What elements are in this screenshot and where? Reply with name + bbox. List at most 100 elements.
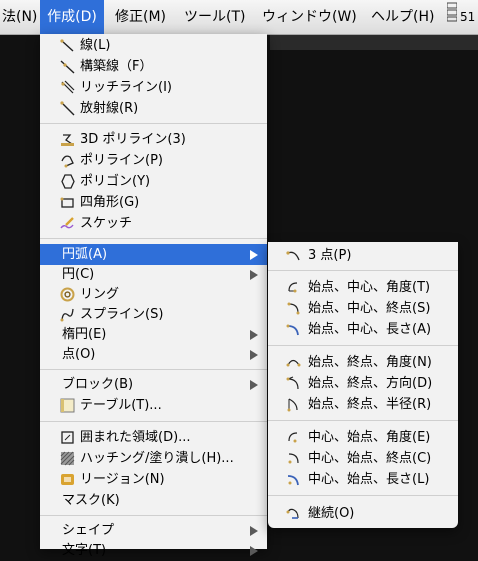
menu-item-rectangle[interactable]: 四角形(G) [40,192,267,213]
submenu-arrow-icon [250,250,258,260]
submenu-arrow-icon [250,350,258,360]
menu-item-hatch[interactable]: ハッチング/塗り潰し(H)... [40,448,267,469]
menu-item-label: 囲まれた領域(D)... [80,430,191,445]
menu-item-boundary[interactable]: 囲まれた領域(D)... [40,427,267,448]
menu-item-label: 線(L) [80,38,111,53]
arc-submenu: 3 点(P) 始点、中心、角度(T) 始点、中心、終点(S) 始点、中心、長さ(… [268,242,458,528]
menu-item-spline[interactable]: スプライン(S) [40,304,267,325]
menu-item-point[interactable]: 点(O) [40,344,267,365]
arc-center-start-end-item[interactable]: 中心、始点、終点(C) [268,448,458,469]
arc-start-end-radius-icon [286,397,301,412]
spline-icon [60,307,75,322]
menu-item-label: 始点、中心、終点(S) [308,301,431,316]
sketch-icon [60,216,75,231]
submenu-arrow-icon [250,546,258,556]
menu-item-table[interactable]: テーブル(T)... [40,395,267,416]
ray-icon [60,101,75,116]
arc-center-start-angle-item[interactable]: 中心、始点、角度(E) [268,427,458,448]
menu-item-multiline[interactable]: リッチライン(I) [40,77,267,98]
line-icon [60,38,75,53]
arc-start-center-angle-item[interactable]: 始点、中心、角度(T) [268,277,458,298]
menu-item-label: ポリゴン(Y) [80,174,151,189]
menu-item-construction-line[interactable]: 構築線（F） [40,56,267,77]
3d-polyline-icon [60,132,75,147]
menu-separator [40,421,267,422]
menu-item-line[interactable]: 線(L) [40,35,267,56]
menu-item-label: ハッチング/塗り潰し(H)... [80,451,234,466]
menu-item-label: 中心、始点、角度(E) [308,430,431,445]
hatch-icon [60,451,75,466]
menu-label: 修正(M) [115,9,167,25]
menu-item-text[interactable]: 文字(T) [40,540,267,561]
menu-item-shape[interactable]: シェイプ [40,520,267,541]
menu-item-label: スプライン(S) [80,307,164,322]
menu-item-3d-polyline[interactable]: 3D ポリライン(3) [40,129,267,150]
arc-start-end-direction-item[interactable]: 始点、終点、方向(D) [268,373,458,394]
memory-status: 51 [446,0,476,35]
menu-label: 法(N) [2,9,38,25]
menu-item-polygon[interactable]: ポリゴン(Y) [40,171,267,192]
table-icon [60,398,75,413]
menu-item-ellipse[interactable]: 楕円(E) [40,324,267,345]
menu-separator [268,345,458,346]
arc-start-center-length-item[interactable]: 始点、中心、長さ(A) [268,319,458,340]
arc-start-end-direction-icon [286,376,301,391]
menu-item-label: 継続(O) [308,506,355,521]
menu-draw[interactable]: 作成(D) [40,0,104,34]
menu-item-label: 文字(T) [62,543,107,558]
arc-start-end-radius-item[interactable]: 始点、終点、半径(R) [268,394,458,415]
menu-item-label: 放射線(R) [80,101,139,116]
menu-help[interactable]: ヘルプ(H) [371,0,437,34]
menu-item-label: 四角形(G) [80,195,140,210]
menu-separator [268,270,458,271]
menu-separator [268,495,458,496]
menu-window[interactable]: ウィンドウ(W) [262,0,357,34]
menu-item-ray[interactable]: 放射線(R) [40,98,267,119]
menu-item-polyline[interactable]: ポリライン(P) [40,150,267,171]
menu-separator [40,515,267,516]
menu-separator [268,420,458,421]
boundary-icon [60,430,75,445]
donut-icon [60,287,75,302]
polyline-icon [60,153,75,168]
menu-tools[interactable]: ツール(T) [184,0,250,34]
submenu-arrow-icon [250,270,258,280]
menu-item-wipeout[interactable]: マスク(K) [40,490,267,511]
arc-center-start-angle-icon [286,430,301,445]
menu-item-region[interactable]: リージョン(N) [40,469,267,490]
construction-line-icon [60,59,75,74]
menu-item-label: 3 点(P) [308,248,352,263]
menu-item-block[interactable]: ブロック(B) [40,374,267,395]
menu-item-label: マスク(K) [62,493,120,508]
region-icon [60,472,75,487]
draw-menu: 線(L) 構築線（F） リッチライン(I) 放射線(R) 3D ポリライン(3)… [40,34,267,558]
menu-label: ツール(T) [184,9,246,25]
arc-center-start-length-item[interactable]: 中心、始点、長さ(L) [268,469,458,490]
menu-item-label: 中心、始点、長さ(L) [308,472,430,487]
menu-item-sketch[interactable]: スケッチ [40,213,267,234]
arc-continue-icon [286,506,301,521]
arc-start-end-angle-icon [286,355,301,370]
menu-item-label: リッチライン(I) [80,80,172,95]
menu-item-label: 楕円(E) [62,327,107,342]
menu-item-arc[interactable]: 円弧(A) [40,244,267,265]
menu-item-circle[interactable]: 円(C) [40,264,267,285]
arc-start-center-angle-icon [286,280,301,295]
menu-item-label: 3D ポリライン(3) [80,132,186,147]
menu-item-label: 円(C) [62,267,95,282]
memory-value: 51 [460,10,476,24]
menu-item-donut[interactable]: リング [40,284,267,305]
menu-separator [40,123,267,124]
arc-continue-item[interactable]: 継続(O) [268,503,458,524]
menu-item-label: スケッチ [80,216,133,231]
arc-start-center-end-item[interactable]: 始点、中心、終点(S) [268,298,458,319]
arc-3point-icon [286,248,301,263]
memory-icon [446,1,458,35]
menu-item-label: ブロック(B) [62,377,134,392]
menu-modify[interactable]: 修正(M) [115,0,175,34]
multiline-icon [60,80,75,95]
arc-3point-item[interactable]: 3 点(P) [268,245,458,266]
arc-start-end-angle-item[interactable]: 始点、終点、角度(N) [268,352,458,373]
menu-item-label: リージョン(N) [80,472,165,487]
menu-dimension[interactable]: 法(N) [0,0,40,34]
